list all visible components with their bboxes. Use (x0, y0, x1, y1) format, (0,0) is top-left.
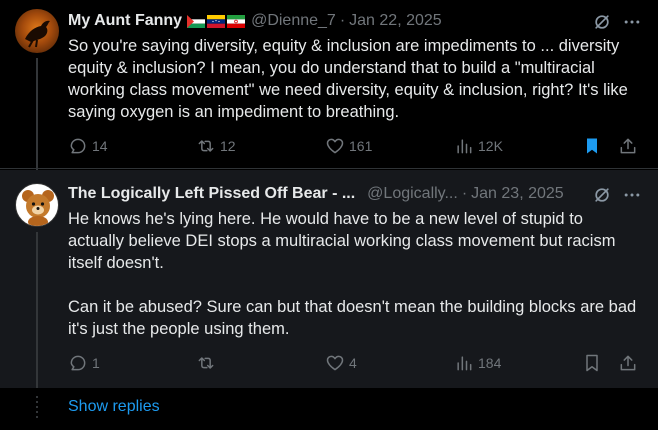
avatar[interactable] (15, 9, 59, 53)
show-replies-link[interactable]: Show replies (68, 398, 160, 416)
bookmark-filled-icon (587, 138, 597, 154)
thread-dots (36, 396, 38, 420)
post-top-icons (592, 185, 642, 205)
author-name[interactable]: My Aunt Fanny (68, 12, 182, 30)
reply-icon (70, 355, 86, 371)
share-button[interactable] (618, 353, 638, 373)
views-button[interactable]: 12K (454, 136, 503, 156)
view-count: 12K (478, 138, 503, 154)
more-options-icon[interactable] (622, 185, 642, 205)
post-date[interactable]: Jan 22, 2025 (349, 12, 442, 30)
view-count: 184 (478, 355, 502, 371)
like-count: 4 (349, 355, 357, 371)
share-button[interactable] (618, 136, 638, 156)
heart-icon (326, 355, 344, 371)
thread-line (36, 232, 38, 388)
repost-icon (198, 357, 214, 369)
reply-icon (70, 138, 86, 154)
reply-button[interactable]: 14 (68, 136, 108, 156)
post-1[interactable]: My Aunt Fanny @Dienne_7 · Jan 22, 2025 S… (0, 0, 658, 170)
reply-count: 14 (92, 138, 108, 154)
share-icon (620, 138, 636, 154)
heart-icon (326, 138, 344, 154)
post-date[interactable]: Jan 23, 2025 (471, 185, 564, 203)
author-name[interactable]: The Logically Left Pissed Off Bear - ... (68, 185, 355, 203)
teddy-bear-icon (22, 190, 54, 226)
divider (0, 168, 658, 169)
share-icon (620, 355, 636, 371)
reply-button[interactable]: 1 (68, 353, 100, 373)
flag-palestine-icon (187, 14, 206, 28)
author-handle[interactable]: @Dienne_7 (251, 12, 336, 30)
repost-button[interactable] (196, 353, 220, 373)
flag-venezuela-icon (207, 14, 226, 28)
flag-iran-icon (227, 14, 246, 28)
avatar[interactable] (15, 183, 59, 227)
post-actions: 14 12 161 12K (68, 136, 644, 158)
thread-line (36, 58, 38, 170)
grok-icon[interactable] (592, 185, 612, 205)
post-text: So you're saying diversity, equity & inc… (68, 37, 633, 121)
repost-button[interactable]: 12 (196, 136, 236, 156)
post-header: The Logically Left Pissed Off Bear - ...… (68, 183, 598, 205)
repost-icon (198, 140, 214, 152)
analytics-icon (457, 139, 472, 154)
more-options-icon[interactable] (622, 12, 642, 32)
flag-emojis (187, 14, 246, 28)
post-top-icons (592, 12, 642, 32)
grok-icon[interactable] (592, 12, 612, 32)
analytics-icon (457, 356, 472, 371)
post-2[interactable]: The Logically Left Pissed Off Bear - ...… (0, 170, 658, 388)
author-handle[interactable]: @Logically... (367, 185, 458, 203)
separator-dot: · (339, 12, 346, 29)
reply-count: 1 (92, 355, 100, 371)
separator-dot: · (461, 185, 468, 202)
post-actions: 1 4 184 (68, 353, 644, 375)
like-count: 161 (349, 138, 373, 154)
like-button[interactable]: 161 (325, 136, 372, 156)
bird-silhouette-icon (25, 20, 50, 48)
post-text: He knows he's lying here. He would have … (68, 210, 637, 338)
post-header: My Aunt Fanny @Dienne_7 · Jan 22, 2025 (68, 10, 598, 32)
bookmark-button[interactable] (582, 136, 602, 156)
bookmark-button[interactable] (582, 353, 602, 373)
bookmark-icon (586, 354, 598, 372)
repost-count: 12 (220, 138, 236, 154)
views-button[interactable]: 184 (454, 353, 501, 373)
like-button[interactable]: 4 (325, 353, 357, 373)
